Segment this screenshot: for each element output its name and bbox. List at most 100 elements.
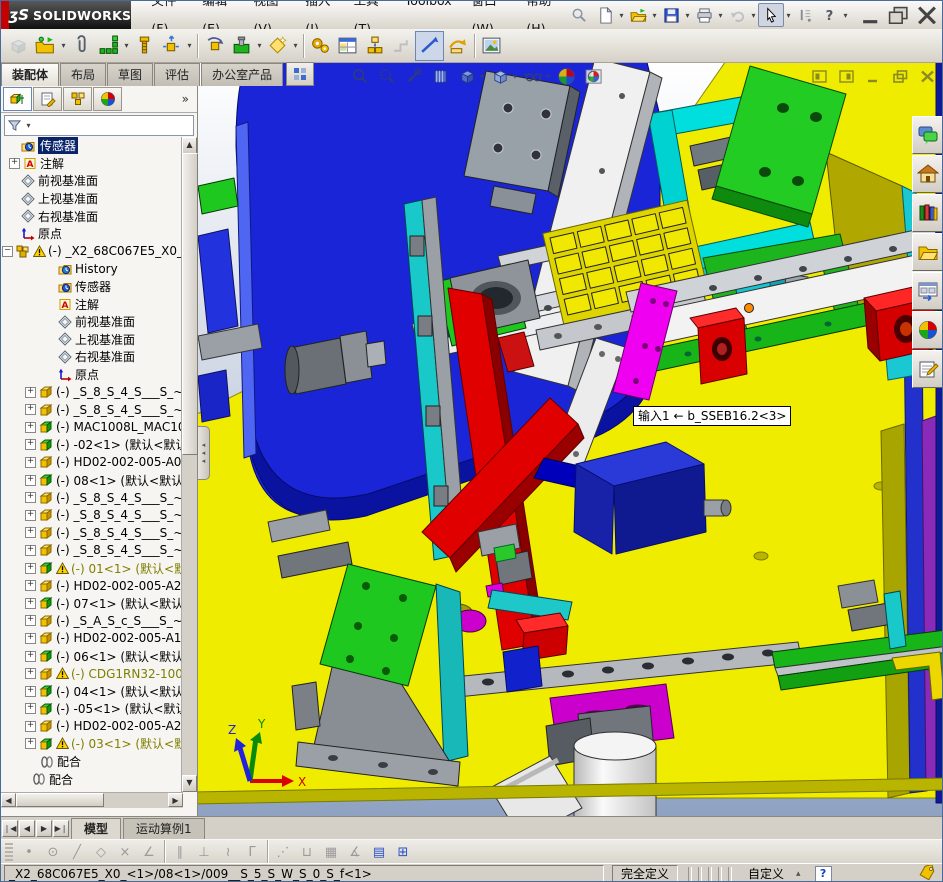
insert-components-icon[interactable] bbox=[5, 32, 32, 60]
save-button[interactable] bbox=[659, 4, 683, 26]
new-motion-study-icon[interactable] bbox=[307, 32, 334, 60]
sketch-tool-1[interactable]: ⊙ bbox=[41, 845, 65, 860]
dropdown-arrow[interactable]: ▾ bbox=[59, 41, 68, 50]
tree-item-18[interactable]: +(-) HD02-002-005-A04<1 bbox=[1, 454, 183, 472]
expand-box[interactable]: + bbox=[25, 387, 36, 398]
exploded-view-icon[interactable] bbox=[361, 32, 388, 60]
tree-item-8[interactable]: 传感器 bbox=[1, 278, 183, 296]
toolbar-grip[interactable] bbox=[5, 843, 13, 861]
scroll-left-arrow[interactable]: ◀ bbox=[1, 793, 16, 807]
dropdown-arrow[interactable]: ▾ bbox=[716, 11, 725, 20]
sketch-tool-6[interactable]: ∥ bbox=[168, 845, 192, 860]
tree-horizontal-scrollbar[interactable]: ◀ ▶ bbox=[1, 792, 183, 808]
open-part-icon[interactable] bbox=[32, 32, 59, 60]
view-orientation-icon[interactable] bbox=[456, 65, 478, 87]
tree-item-25[interactable]: +(-) HD02-002-005-A20<1 bbox=[1, 577, 183, 595]
tree-item-19[interactable]: +(-) 08<1> (默认<默认_ bbox=[1, 471, 183, 489]
dropdown-arrow[interactable]: ▾ bbox=[841, 11, 850, 20]
tree-item-16[interactable]: +(-) MAC1008L_MAC1008 bbox=[1, 419, 183, 437]
expand-box[interactable]: + bbox=[25, 545, 36, 556]
expand-box[interactable]: + bbox=[25, 492, 36, 503]
expand-box[interactable]: + bbox=[25, 686, 36, 697]
tree-item-24[interactable]: +(-) 01<1> (默认<默 bbox=[1, 559, 183, 577]
hide-show-items-icon[interactable] bbox=[522, 65, 544, 87]
tree-item-12[interactable]: 右视基准面 bbox=[1, 348, 183, 366]
tree-item-22[interactable]: +(-) _S_8_S_4_S___S_~_ bbox=[1, 524, 183, 542]
tree-item-17[interactable]: +(-) -02<1> (默认<默认_ bbox=[1, 436, 183, 454]
expand-box[interactable]: + bbox=[25, 580, 36, 591]
last-tab-button[interactable]: ▶❘ bbox=[53, 820, 69, 837]
sketch-tool-colored-0[interactable]: ▤ bbox=[367, 845, 391, 860]
sketch-tool-8[interactable]: ≀ bbox=[216, 845, 240, 860]
command-tab-4[interactable]: 办公室产品 bbox=[201, 63, 283, 86]
tree-item-2[interactable]: 前视基准面 bbox=[1, 172, 183, 190]
tree-item-3[interactable]: 上视基准面 bbox=[1, 190, 183, 208]
tree-vertical-scrollbar[interactable]: ▲ ▼ bbox=[181, 137, 197, 792]
next-window-button[interactable] bbox=[837, 68, 856, 85]
model-canvas[interactable]: X Y Z bbox=[198, 63, 943, 816]
dropdown-arrow[interactable]: ▾ bbox=[546, 72, 550, 81]
expand-box[interactable]: − bbox=[2, 246, 13, 257]
tree-item-7[interactable]: History bbox=[1, 260, 183, 278]
command-tab-1[interactable]: 布局 bbox=[60, 63, 106, 86]
design-library-icon[interactable] bbox=[912, 194, 943, 232]
sketch-tool-colored-1[interactable]: ⊞ bbox=[391, 845, 415, 860]
status-help-icon[interactable]: ? bbox=[815, 866, 832, 882]
reference-geometry-icon[interactable] bbox=[264, 32, 291, 60]
expand-box[interactable]: + bbox=[25, 651, 36, 662]
close-document-button[interactable] bbox=[918, 68, 937, 85]
tree-item-10[interactable]: 前视基准面 bbox=[1, 313, 183, 331]
expand-box[interactable]: + bbox=[25, 703, 36, 714]
scroll-down-arrow[interactable]: ▼ bbox=[182, 775, 197, 792]
tree-item-14[interactable]: +(-) _S_8_S_4_S___S_~_ bbox=[1, 383, 183, 401]
zoom-area-icon[interactable] bbox=[375, 65, 397, 87]
tree-filter[interactable]: ▾ bbox=[4, 115, 194, 136]
open-button[interactable] bbox=[626, 4, 650, 26]
tree-item-34[interactable]: +(-) 03<1> (默认<默 bbox=[1, 735, 183, 753]
sketch-tool-5[interactable]: ∠ bbox=[137, 845, 161, 860]
minimize-button[interactable] bbox=[860, 6, 882, 24]
zoom-fit-icon[interactable] bbox=[348, 65, 370, 87]
tree-item-31[interactable]: +(-) 04<1> (默认<默认_ bbox=[1, 682, 183, 700]
tab-featuremanager-tree[interactable] bbox=[3, 87, 32, 111]
minimize-document-button[interactable] bbox=[864, 68, 883, 85]
view-palette-icon[interactable] bbox=[912, 272, 943, 310]
expand-box[interactable]: + bbox=[25, 721, 36, 732]
tree-item-28[interactable]: +(-) HD02-002-005-A19<1 bbox=[1, 630, 183, 648]
tree-item-9[interactable]: A注解 bbox=[1, 295, 183, 313]
tab-options-button[interactable] bbox=[286, 62, 314, 86]
prev-window-button[interactable] bbox=[810, 68, 829, 85]
expand-box[interactable]: + bbox=[25, 668, 36, 679]
tree-item-13[interactable]: 原点 bbox=[1, 366, 183, 384]
section-view-icon[interactable] bbox=[429, 65, 451, 87]
panel-overflow-chevron[interactable]: » bbox=[182, 92, 189, 106]
bill-of-materials-icon[interactable] bbox=[334, 32, 361, 60]
expand-box[interactable]: + bbox=[25, 738, 36, 749]
apply-scene-icon[interactable] bbox=[582, 65, 604, 87]
sketch-tool-2[interactable]: ╱ bbox=[65, 845, 89, 860]
explode-line-sketch-icon[interactable] bbox=[388, 32, 415, 60]
tree-item-26[interactable]: +(-) 07<1> (默认<默认_ bbox=[1, 594, 183, 612]
tree-item-21[interactable]: +(-) _S_8_S_4_S___S_~_ bbox=[1, 506, 183, 524]
sketch-tool-0[interactable]: • bbox=[17, 845, 41, 860]
dropdown-arrow[interactable]: ▾ bbox=[291, 41, 300, 50]
instant3d-icon[interactable] bbox=[444, 32, 471, 60]
expand-box[interactable]: + bbox=[25, 422, 36, 433]
command-tab-3[interactable]: 评估 bbox=[154, 63, 200, 86]
tree-item-1[interactable]: +A注解 bbox=[1, 155, 183, 173]
tree-item-4[interactable]: 右视基准面 bbox=[1, 207, 183, 225]
dropdown-arrow[interactable]: ▾ bbox=[513, 72, 517, 81]
close-button[interactable] bbox=[916, 6, 938, 24]
appearances-icon[interactable] bbox=[912, 311, 943, 349]
expand-box[interactable]: + bbox=[25, 563, 36, 574]
command-tab-0[interactable]: 装配体 bbox=[1, 63, 59, 86]
print-button[interactable] bbox=[692, 4, 716, 26]
expand-box[interactable]: + bbox=[25, 475, 36, 486]
prev-tab-button[interactable]: ◀ bbox=[19, 820, 35, 837]
tree-item-32[interactable]: +(-) -05<1> (默认<默认_ bbox=[1, 700, 183, 718]
status-up-arrow[interactable]: ▴ bbox=[796, 869, 801, 879]
tree-item-30[interactable]: +(-) CDG1RN32-100-C bbox=[1, 665, 183, 683]
tree-item-29[interactable]: +(-) 06<1> (默认<默认_ bbox=[1, 647, 183, 665]
scroll-up-arrow[interactable]: ▲ bbox=[182, 137, 197, 154]
scroll-thumb[interactable] bbox=[16, 793, 104, 807]
